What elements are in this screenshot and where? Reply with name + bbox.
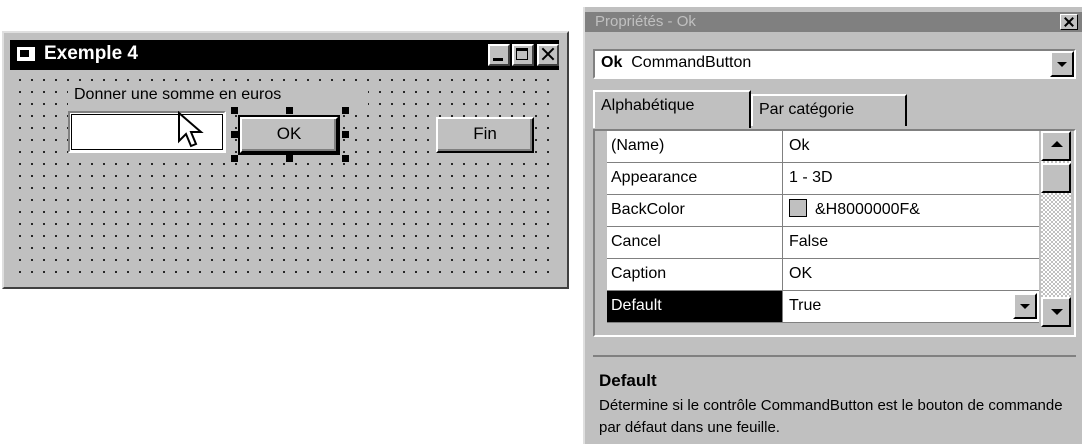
description-title: Default — [599, 371, 657, 390]
property-row[interactable]: Caption OK — [607, 259, 1039, 291]
property-name: BackColor — [607, 195, 783, 227]
minimize-button[interactable] — [488, 44, 510, 66]
default-value: True — [789, 297, 822, 314]
property-row-selected[interactable]: Default True — [607, 291, 1039, 323]
mouse-pointer-icon — [178, 111, 204, 148]
description-pane: Default Détermine si le contrôle Command… — [593, 355, 1076, 444]
property-value-color[interactable]: &H8000000F& — [783, 195, 1039, 227]
property-row[interactable]: (Name) Ok — [607, 131, 1039, 163]
description-text: Détermine si le contrôle CommandButton e… — [599, 397, 1063, 436]
maximize-button[interactable] — [512, 44, 534, 66]
resize-handle[interactable] — [286, 155, 293, 162]
tab-par-categorie[interactable]: Par catégorie — [751, 94, 907, 126]
scroll-thumb[interactable] — [1041, 163, 1071, 193]
property-value[interactable]: 1 - 3D — [783, 163, 1039, 195]
form-title: Exemple 4 — [44, 43, 138, 64]
property-name: (Name) — [607, 131, 783, 163]
property-row[interactable]: Appearance 1 - 3D — [607, 163, 1039, 195]
property-value-dropdown[interactable]: True — [783, 291, 1039, 323]
property-row[interactable]: BackColor &H8000000F& — [607, 195, 1039, 227]
form-icon — [17, 47, 35, 61]
ok-button[interactable]: OK — [238, 115, 340, 155]
somme-label[interactable]: Donner une somme en euros — [68, 84, 368, 108]
resize-handle[interactable] — [342, 131, 349, 138]
property-grid: (Name) Ok Appearance 1 - 3D BackColor &H… — [593, 129, 1076, 337]
chevron-down-icon[interactable] — [1050, 51, 1074, 77]
property-name: Caption — [607, 259, 783, 291]
property-value[interactable]: False — [783, 227, 1039, 259]
chevron-down-icon[interactable] — [1013, 293, 1037, 319]
property-value[interactable]: OK — [783, 259, 1039, 291]
fin-button[interactable]: Fin — [436, 117, 534, 153]
form-window: Exemple 4 Donner une somme en euros OK F… — [2, 31, 569, 289]
properties-title-bar[interactable]: Propriétés - Ok — [585, 12, 1082, 32]
properties-title: Propriétés - Ok — [595, 13, 696, 30]
property-row[interactable]: Cancel False — [607, 227, 1039, 259]
vertical-scrollbar[interactable] — [1041, 131, 1071, 327]
property-value[interactable]: Ok — [783, 131, 1039, 163]
color-swatch — [789, 199, 807, 217]
somme-textbox[interactable] — [68, 111, 226, 153]
resize-handle[interactable] — [342, 155, 349, 162]
scroll-down-icon[interactable] — [1041, 297, 1071, 327]
form-design-grid[interactable]: Donner une somme en euros OK Fin — [10, 71, 559, 283]
resize-handle[interactable] — [231, 131, 238, 138]
object-name: Ok — [601, 54, 623, 71]
resize-handle[interactable] — [342, 107, 349, 114]
object-type: CommandButton — [631, 54, 752, 71]
form-title-bar[interactable]: Exemple 4 — [10, 40, 559, 70]
tab-alphabetique[interactable]: Alphabétique — [593, 90, 751, 128]
close-button[interactable] — [537, 44, 559, 66]
property-name: Appearance — [607, 163, 783, 195]
property-name: Cancel — [607, 227, 783, 259]
properties-window: Propriétés - Ok Ok CommandButton Alphabé… — [583, 7, 1082, 444]
object-selector[interactable]: Ok CommandButton — [593, 49, 1076, 79]
close-icon[interactable] — [1060, 14, 1078, 30]
backcolor-value: &H8000000F& — [815, 201, 920, 218]
resize-handle[interactable] — [231, 107, 238, 114]
resize-handle[interactable] — [231, 155, 238, 162]
resize-handle[interactable] — [286, 107, 293, 114]
scroll-up-icon[interactable] — [1041, 131, 1071, 161]
property-name: Default — [607, 291, 783, 323]
